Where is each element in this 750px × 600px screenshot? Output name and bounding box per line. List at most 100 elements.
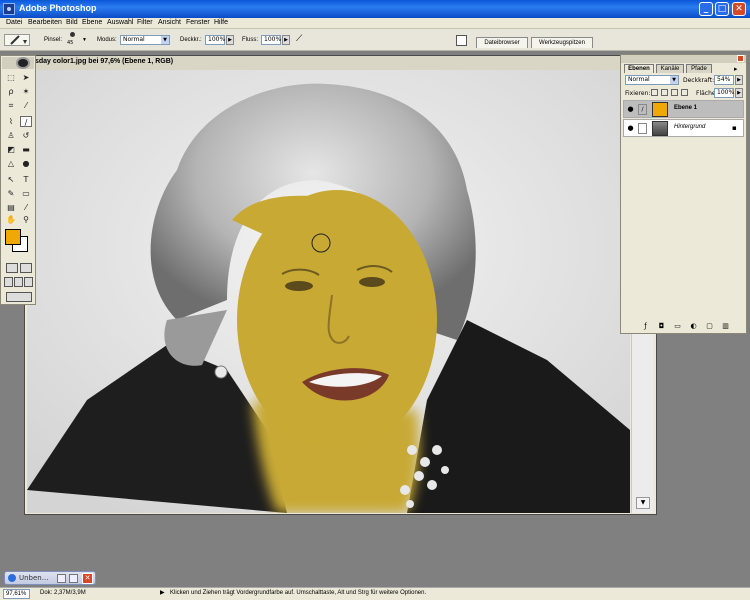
scroll-down-icon[interactable]: ▼ (636, 497, 650, 509)
status-bar: 97,61% Dok: 2,37M/3,9M ▶ Klicken und Zie… (0, 587, 750, 600)
screen-mode-full-icon[interactable] (24, 277, 33, 287)
pen-tool-icon[interactable]: ✎ (5, 188, 17, 199)
jump-to-imageready-icon[interactable] (6, 292, 32, 302)
lock-transparency-icon[interactable] (651, 89, 658, 96)
new-set-icon[interactable]: ▭ (673, 322, 682, 331)
image-canvas[interactable] (27, 70, 630, 513)
zoom-tool-icon[interactable]: ⚲ (20, 214, 32, 225)
lock-pixels-icon[interactable] (661, 89, 668, 96)
document-window: sday color1.jpg bei 97,6% (Ebene 1, RGB) (24, 55, 657, 515)
healing-brush-icon[interactable]: ⌇ (5, 116, 17, 127)
minimized-document[interactable]: Unben... ✕ (4, 571, 96, 585)
brush-tool-icon[interactable]: ∕ (20, 116, 32, 127)
menu-ebene[interactable]: Ebene (82, 19, 102, 26)
blend-mode-select[interactable]: Normal ▼ (625, 75, 679, 85)
close-button[interactable]: ✕ (732, 2, 746, 16)
screen-mode-standard-icon[interactable] (4, 277, 13, 287)
fluss-field[interactable]: 100% (261, 35, 281, 45)
palette-menu-icon[interactable]: ▸ (734, 65, 738, 73)
minimize-button[interactable]: _ (699, 2, 713, 16)
status-arrow-icon[interactable]: ▶ (160, 589, 165, 596)
notes-tool-icon[interactable]: ▤ (5, 202, 17, 213)
slice-tool-icon[interactable]: ⁄ (20, 100, 32, 111)
maximize-button[interactable] (69, 574, 78, 583)
adjustment-layer-icon[interactable]: ◐ (689, 322, 698, 331)
visibility-eye-icon[interactable]: ● (626, 105, 635, 114)
zoom-field[interactable]: 97,61% (3, 589, 30, 599)
tool-preset-picker[interactable] (4, 34, 30, 46)
opacity-field[interactable]: 54% (714, 75, 734, 85)
maximize-button[interactable]: □ (715, 2, 729, 16)
status-hint: Klicken und Ziehen trägt Vordergrundfarb… (170, 590, 427, 596)
options-bar: Pinsel: 45 ▼ Modus: Normal ▼ Deckkr.: 10… (0, 29, 750, 51)
layer-thumbnail (652, 102, 668, 117)
restore-button[interactable] (57, 574, 66, 583)
airbrush-icon[interactable]: ⟋ (296, 34, 310, 46)
palette-well-icon[interactable] (456, 35, 467, 46)
new-layer-icon[interactable]: ▢ (705, 322, 714, 331)
deckkraft-field[interactable]: 100% (205, 35, 225, 45)
type-tool-icon[interactable]: T (20, 174, 32, 185)
visibility-eye-icon[interactable]: ● (626, 124, 635, 133)
pinsel-label: Pinsel: (44, 37, 63, 43)
menu-auswahl[interactable]: Auswahl (107, 19, 133, 26)
move-tool-icon[interactable]: ➤ (20, 72, 32, 83)
document-title: sday color1.jpg bei 97,6% (Ebene 1, RGB) (25, 56, 656, 70)
layer-row-ebene-1[interactable]: ● ∕ Ebene 1 (623, 100, 744, 118)
standard-mode-icon[interactable] (6, 263, 18, 273)
menu-ansicht[interactable]: Ansicht (158, 19, 181, 26)
fill-field[interactable]: 100% (714, 88, 734, 98)
brush-size-picker[interactable]: 45 (66, 32, 80, 49)
menu-fenster[interactable]: Fenster (186, 19, 210, 26)
menu-filter[interactable]: Filter (137, 19, 153, 26)
eyedropper-icon[interactable]: ⁄ (20, 202, 32, 213)
gradient-tool-icon[interactable]: ▬ (20, 144, 32, 155)
lasso-tool-icon[interactable]: ρ (5, 86, 17, 97)
eraser-tool-icon[interactable]: ◩ (5, 144, 17, 155)
minimized-doc-title: Unben... (19, 574, 49, 582)
layer-mask-icon[interactable]: ◘ (657, 322, 666, 331)
menu-bearbeiten[interactable]: Bearbeiten (28, 19, 62, 26)
layer-style-icon[interactable]: ƒ (641, 322, 650, 331)
tab-kanaele[interactable]: Kanäle (656, 64, 684, 73)
marquee-tool-icon[interactable]: ⬚ (5, 72, 17, 83)
quick-mask-icon[interactable] (20, 263, 32, 273)
fluss-arrow-button[interactable]: ▶ (282, 35, 290, 45)
crop-tool-icon[interactable]: ⌗ (5, 100, 17, 111)
chevron-down-icon[interactable]: ▼ (82, 37, 87, 43)
brush-tip-icon (70, 32, 75, 37)
lock-position-icon[interactable] (671, 89, 678, 96)
layer-row-hintergrund[interactable]: ● Hintergrund ▪ (623, 119, 744, 137)
fill-arrow-button[interactable]: ▶ (735, 88, 743, 98)
brush-icon: ∕ (638, 104, 647, 115)
chevron-down-icon: ▼ (670, 76, 678, 84)
blur-tool-icon[interactable]: △ (5, 158, 17, 169)
tab-pfade[interactable]: Pfade (686, 64, 712, 73)
deckkraft-arrow-button[interactable]: ▶ (226, 35, 234, 45)
tab-dateibrowser[interactable]: Dateibrowser (476, 37, 528, 48)
foreground-color-swatch[interactable] (5, 229, 21, 245)
menu-bild[interactable]: Bild (66, 19, 78, 26)
clone-stamp-icon[interactable]: ♙ (5, 130, 17, 141)
close-icon[interactable]: ✕ (82, 573, 93, 584)
magic-wand-icon[interactable]: ✶ (20, 86, 32, 97)
close-icon[interactable] (737, 55, 744, 62)
brush-icon (10, 35, 27, 45)
shape-tool-icon[interactable]: ▭ (20, 188, 32, 199)
history-brush-icon[interactable]: ↺ (20, 130, 32, 141)
dodge-tool-icon[interactable]: ● (20, 158, 32, 169)
adobe-online-icon[interactable] (16, 57, 30, 69)
modus-select[interactable]: Normal ▼ (120, 35, 170, 45)
screen-mode-full-menu-icon[interactable] (14, 277, 23, 287)
menu-hilfe[interactable]: Hilfe (214, 19, 228, 26)
path-select-icon[interactable]: ↖ (5, 174, 17, 185)
hand-tool-icon[interactable]: ✋ (5, 214, 17, 225)
app-title: Adobe Photoshop (19, 3, 97, 13)
trash-icon[interactable]: ▥ (721, 322, 730, 331)
opacity-arrow-button[interactable]: ▶ (735, 75, 743, 85)
opacity-label: Deckkraft: (683, 77, 715, 84)
tab-werkzeugspitzen[interactable]: Werkzeugspitzen (531, 37, 593, 48)
tab-ebenen[interactable]: Ebenen (624, 64, 654, 73)
menu-datei[interactable]: Datei (6, 19, 22, 26)
lock-all-icon[interactable] (681, 89, 688, 96)
